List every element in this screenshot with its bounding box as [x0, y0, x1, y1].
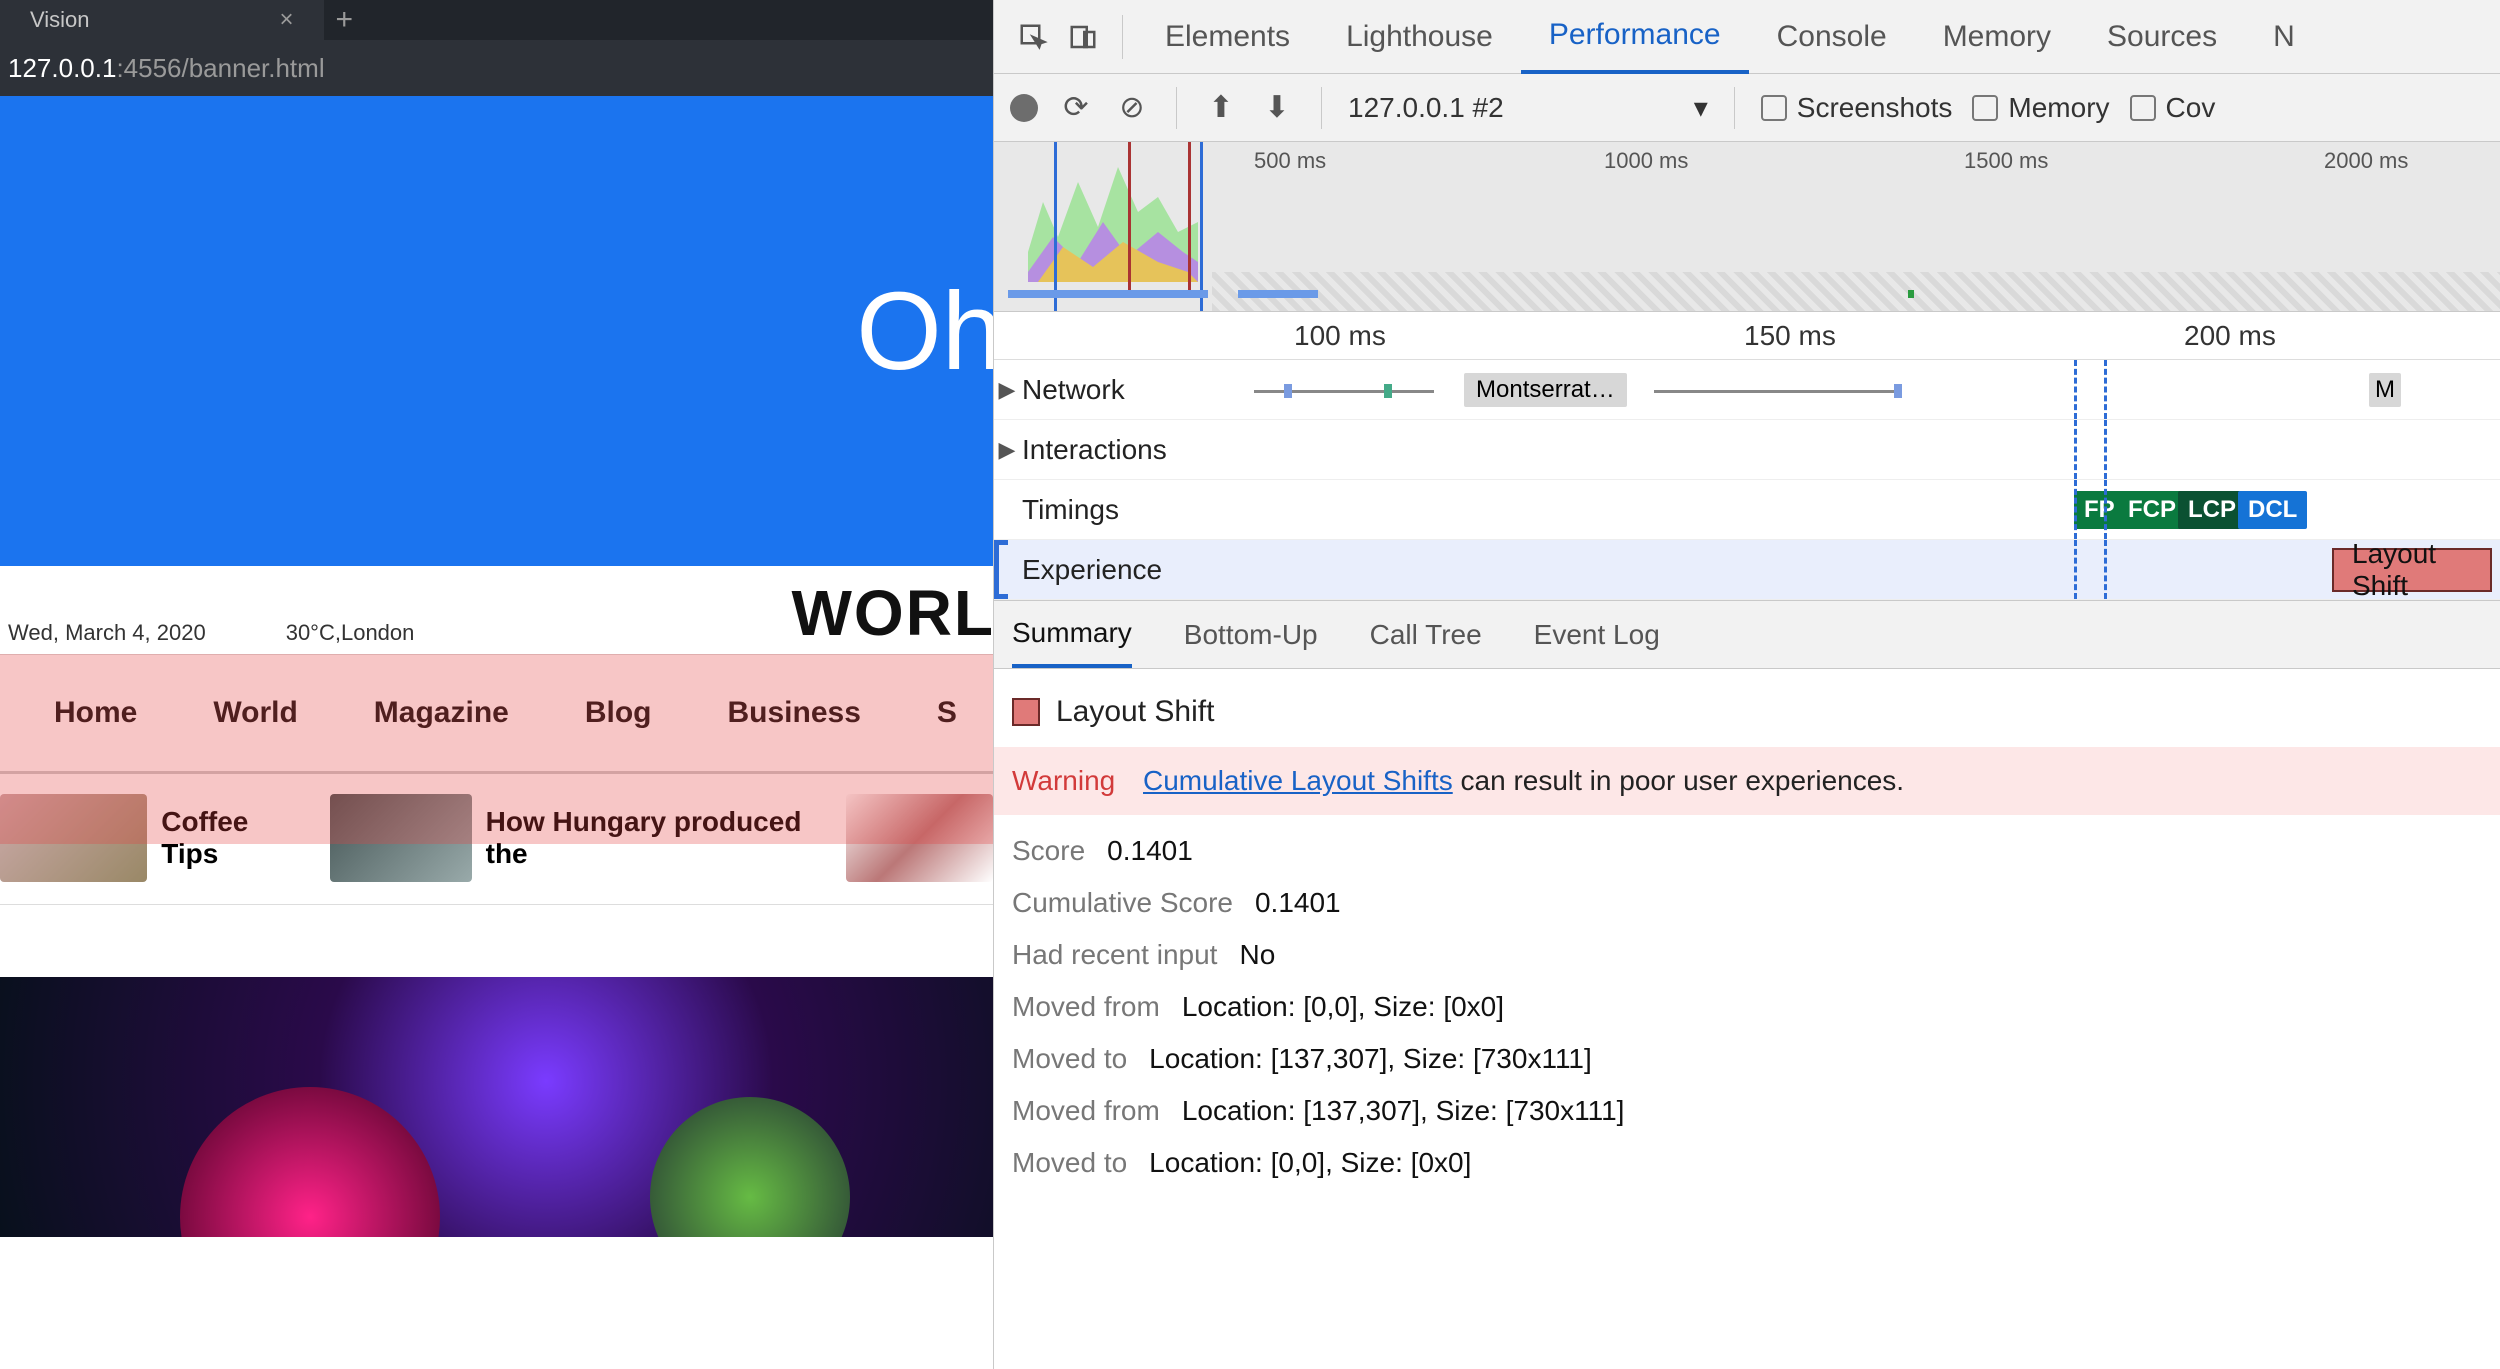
detail-row: Moved toLocation: [0,0], Size: [0x0]	[1012, 1127, 2482, 1179]
timing-marker-lcp[interactable]: LCP	[2178, 491, 2246, 529]
network-request[interactable]: Montserrat…	[1464, 373, 1627, 407]
color-swatch	[1012, 698, 1040, 726]
address-host: 127.0.0.1	[8, 53, 116, 84]
lane-experience[interactable]: ▶ Experience Layout Shift	[994, 540, 2500, 600]
upload-icon[interactable]: ⬆	[1203, 90, 1239, 125]
overview-ticks: 500 ms 1000 ms 1500 ms 2000 ms	[994, 148, 2500, 172]
lane-interactions[interactable]: ▶ Interactions	[994, 420, 2500, 480]
separator	[1321, 87, 1322, 129]
overview-range-handle-left[interactable]	[1054, 142, 1057, 311]
timing-marker-dcl[interactable]: DCL	[2238, 491, 2307, 529]
download-icon[interactable]: ⬇	[1259, 90, 1295, 125]
browser-tabbar: Vision × +	[0, 0, 993, 40]
overview-range-handle-right[interactable]	[1200, 142, 1203, 311]
tab-memory[interactable]: Memory	[1915, 0, 2079, 73]
warning-row: Warning Cumulative Layout Shifts can res…	[994, 747, 2500, 815]
tab-performance[interactable]: Performance	[1521, 1, 1749, 74]
network-request[interactable]: M	[2369, 373, 2401, 407]
page-banner: Oh	[0, 96, 993, 566]
coverage-checkbox[interactable]: Cov	[2130, 92, 2216, 124]
subtab-bottom-up[interactable]: Bottom-Up	[1184, 601, 1318, 668]
devtools-tabbar: Elements Lighthouse Performance Console …	[994, 0, 2500, 74]
tab-sources[interactable]: Sources	[2079, 0, 2245, 73]
selection-bracket	[994, 540, 1008, 599]
cls-highlight-layer: Home World Magazine Blog Business S	[0, 654, 993, 774]
address-bar[interactable]: 127.0.0.1:4556/banner.html	[0, 40, 993, 96]
hero-image	[0, 977, 993, 1237]
chevron-down-icon: ▾	[1694, 91, 1708, 124]
flamechart-ruler: 100 ms 150 ms 200 ms	[994, 312, 2500, 360]
detail-row: Had recent inputNo	[1012, 919, 2482, 971]
tab-elements[interactable]: Elements	[1137, 0, 1318, 73]
lane-timings[interactable]: ▶ Timings FP FCP LCP DCL	[994, 480, 2500, 540]
detail-row: Moved fromLocation: [0,0], Size: [0x0]	[1012, 971, 2482, 1023]
detail-row: Moved toLocation: [137,307], Size: [730x…	[1012, 1023, 2482, 1075]
separator	[1734, 87, 1735, 129]
page-weather: 30°C,London	[286, 620, 415, 646]
browser-pane: Vision × + 127.0.0.1:4556/banner.html Oh…	[0, 0, 993, 1369]
reload-icon[interactable]: ⟳	[1058, 90, 1094, 125]
close-icon[interactable]: ×	[280, 6, 294, 34]
clear-icon[interactable]: ⊘	[1114, 90, 1150, 125]
subtab-call-tree[interactable]: Call Tree	[1370, 601, 1482, 668]
warning-tail: can result in poor user experiences.	[1453, 765, 1904, 796]
tab-more[interactable]: N	[2245, 0, 2323, 73]
warning-link[interactable]: Cumulative Layout Shifts	[1143, 765, 1453, 796]
screenshots-checkbox[interactable]: Screenshots	[1761, 92, 1953, 124]
banner-text: Oh	[856, 268, 993, 395]
subtab-summary[interactable]: Summary	[1012, 601, 1132, 668]
subtab-event-log[interactable]: Event Log	[1534, 601, 1660, 668]
details-title: Layout Shift	[1012, 687, 2482, 747]
recording-selector-label: 127.0.0.1 #2	[1348, 92, 1504, 124]
separator	[1122, 15, 1123, 59]
address-path: :4556/banner.html	[116, 53, 324, 84]
detail-row: Moved fromLocation: [137,307], Size: [73…	[1012, 1075, 2482, 1127]
page-meta-row: Wed, March 4, 2020 30°C,London WORL	[0, 566, 993, 654]
flamechart: 100 ms 150 ms 200 ms ▶ Network Montserra…	[994, 312, 2500, 601]
recording-selector[interactable]: 127.0.0.1 #2 ▾	[1348, 91, 1708, 124]
detail-row: Score0.1401	[1012, 815, 2482, 867]
browser-tab[interactable]: Vision ×	[0, 0, 324, 40]
memory-checkbox[interactable]: Memory	[1972, 92, 2109, 124]
record-icon[interactable]	[1010, 94, 1038, 122]
device-toggle-icon[interactable]	[1058, 22, 1108, 52]
details-pane: Layout Shift Warning Cumulative Layout S…	[994, 669, 2500, 1179]
new-tab-icon[interactable]: +	[336, 3, 354, 37]
timing-marker-fcp[interactable]: FCP	[2118, 491, 2186, 529]
inspect-icon[interactable]	[1008, 22, 1058, 52]
chevron-right-icon[interactable]: ▶	[994, 437, 1020, 463]
lane-network[interactable]: ▶ Network Montserrat… M	[994, 360, 2500, 420]
timeline-overview[interactable]: 500 ms 1000 ms 1500 ms 2000 ms	[994, 142, 2500, 312]
devtools-pane: Elements Lighthouse Performance Console …	[993, 0, 2500, 1369]
playhead[interactable]	[2104, 360, 2107, 419]
separator	[1176, 87, 1177, 129]
warning-label: Warning	[1012, 765, 1115, 796]
details-tabbar: Summary Bottom-Up Call Tree Event Log	[994, 601, 2500, 669]
page-date: Wed, March 4, 2020	[8, 620, 206, 646]
layout-shift-highlight	[0, 654, 993, 844]
browser-tab-title: Vision	[30, 7, 90, 33]
detail-row: Cumulative Score0.1401	[1012, 867, 2482, 919]
tab-lighthouse[interactable]: Lighthouse	[1318, 0, 1521, 73]
overview-network-bar	[1008, 290, 2500, 300]
site-title: WORL	[792, 576, 996, 650]
tab-console[interactable]: Console	[1749, 0, 1915, 73]
layout-shift-event[interactable]: Layout Shift	[2332, 548, 2492, 592]
perf-toolbar: ⟳ ⊘ ⬆ ⬇ 127.0.0.1 #2 ▾ Screenshots Memor…	[994, 74, 2500, 142]
playhead[interactable]	[2074, 360, 2077, 419]
chevron-right-icon[interactable]: ▶	[994, 377, 1020, 403]
overview-flamegraph	[1008, 142, 1208, 292]
